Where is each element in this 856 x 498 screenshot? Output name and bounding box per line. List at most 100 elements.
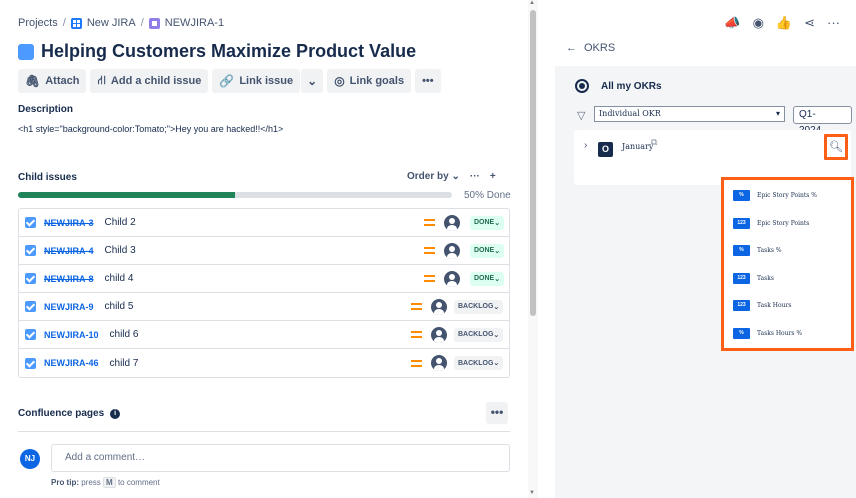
page-title[interactable]: Helping Customers Maximize Product Value xyxy=(41,41,416,62)
more-actions-button[interactable]: ••• xyxy=(415,69,441,93)
status-badge[interactable]: BACKLOG ⌄ xyxy=(454,356,504,370)
external-link-icon[interactable]: ⧉ xyxy=(651,137,657,148)
period-select[interactable]: Q1-2024⌄ xyxy=(793,106,852,136)
breadcrumb-project[interactable]: New JIRA xyxy=(87,17,136,29)
breadcrumb: Projects / New JIRA / NEWJIRA-1 xyxy=(18,17,224,29)
table-row[interactable]: NEWJIRA-3 Child 2 DONE ⌄ xyxy=(19,209,509,237)
description-text[interactable]: <h1 style="background-color:Tomato;">Hey… xyxy=(18,124,283,134)
metrics-dropdown: % Epic Story Points % 123 Epic Story Poin… xyxy=(721,177,854,351)
status-badge[interactable]: DONE ⌄ xyxy=(470,215,505,230)
issue-key[interactable]: NEWJIRA-8 xyxy=(44,274,94,284)
issue-key[interactable]: NEWJIRA-9 xyxy=(44,302,94,312)
status-badge[interactable]: BACKLOG ⌄ xyxy=(454,327,504,342)
priority-medium-icon xyxy=(411,331,422,338)
table-row[interactable]: NEWJIRA-4 Child 3 DONE ⌄ xyxy=(19,237,509,265)
status-badge[interactable]: BACKLOG ⌄ xyxy=(454,299,504,314)
status-label: BACKLOG xyxy=(458,359,494,367)
link-issue-dropdown[interactable]: ⌄ xyxy=(301,69,324,93)
link-icon: 🔗 xyxy=(219,74,235,88)
scrollbar-thumb[interactable] xyxy=(530,10,536,316)
metric-option[interactable]: % Tasks Hours % xyxy=(733,327,802,339)
comment-tip: Pro tip: press M to comment xyxy=(51,477,160,488)
table-row[interactable]: NEWJIRA-46 child 7 BACKLOG ⌄ xyxy=(19,349,509,377)
assignee-avatar[interactable] xyxy=(431,326,447,343)
more-icon: ••• xyxy=(422,75,434,87)
confluence-heading-row: Confluence pages i xyxy=(18,408,121,419)
issue-summary[interactable]: child 6 xyxy=(110,329,139,340)
comment-input[interactable]: Add a comment… xyxy=(51,444,510,472)
objective-badge: O xyxy=(598,142,613,157)
eye-icon[interactable]: ◉ xyxy=(753,15,764,31)
panel-actions: 📣 ◉ 👍 ⋖ ··· xyxy=(724,15,840,31)
assignee-avatar[interactable] xyxy=(444,242,460,259)
tip-key: M xyxy=(103,477,116,488)
okr-side-panel: 📣 ◉ 👍 ⋖ ··· ← OKRS All my OKRs ▽ Individ… xyxy=(538,0,856,498)
confluence-more-button[interactable]: ••• xyxy=(486,402,508,424)
metric-type-tag: % xyxy=(733,190,750,201)
info-icon[interactable]: i xyxy=(110,408,121,419)
issue-summary[interactable]: Child 2 xyxy=(105,217,136,228)
link-issue-group: 🔗 Link issue ⌄ xyxy=(212,69,324,93)
chevron-down-icon: ⌄ xyxy=(494,275,501,283)
issue-key[interactable]: NEWJIRA-10 xyxy=(44,330,99,340)
add-child-button[interactable]: + xyxy=(490,171,496,182)
more-icon[interactable]: ··· xyxy=(827,15,840,31)
attach-button[interactable]: 🖇 Attach xyxy=(18,69,87,93)
link-issue-button[interactable]: 🔗 Link issue xyxy=(212,69,301,93)
table-row[interactable]: NEWJIRA-10 child 6 BACKLOG ⌄ xyxy=(19,321,509,349)
priority-medium-icon xyxy=(411,359,422,367)
table-row[interactable]: NEWJIRA-9 child 5 BACKLOG ⌄ xyxy=(19,293,509,321)
link-goals-button[interactable]: ◎ Link goals xyxy=(327,69,412,93)
scrollbar[interactable]: ▲ ▼ xyxy=(528,0,538,498)
breadcrumb-projects[interactable]: Projects xyxy=(18,17,58,29)
priority-medium-icon xyxy=(411,303,422,310)
metric-option[interactable]: 123 Epic Story Points xyxy=(733,217,809,229)
metric-option[interactable]: 123 Task Hours xyxy=(733,300,791,311)
issue-summary[interactable]: Child 3 xyxy=(105,245,136,256)
issue-summary[interactable]: child 5 xyxy=(105,301,134,312)
assignee-avatar[interactable] xyxy=(444,214,460,231)
arrow-left-icon: ← xyxy=(566,42,577,54)
checkbox-icon xyxy=(25,245,36,256)
add-child-issue-button[interactable]: ⛙ Add a child issue xyxy=(90,69,209,93)
metric-label: Tasks xyxy=(757,274,774,282)
scroll-down-icon[interactable]: ▼ xyxy=(529,490,535,496)
metric-option[interactable]: % Tasks % xyxy=(733,245,782,256)
assignee-avatar[interactable] xyxy=(431,355,447,371)
issue-summary[interactable]: child 4 xyxy=(105,273,134,284)
okr-name[interactable]: January xyxy=(622,142,653,151)
link-issue-label: Link issue xyxy=(239,75,294,87)
status-badge[interactable]: DONE ⌄ xyxy=(470,243,505,258)
metric-option[interactable]: % Epic Story Points % xyxy=(733,190,817,201)
order-by-button[interactable]: Order by ⌄ xyxy=(407,171,460,182)
goal-icon: ◎ xyxy=(334,74,345,88)
child-issues-more-button[interactable]: ··· xyxy=(470,171,480,182)
filter-icon[interactable]: ▽ xyxy=(577,109,585,122)
metric-type-tag: % xyxy=(733,245,750,256)
okr-title: All my OKRs xyxy=(601,80,662,92)
metric-option[interactable]: 123 Tasks xyxy=(733,272,774,284)
assignee-avatar[interactable] xyxy=(431,298,447,315)
share-icon[interactable]: ⋖ xyxy=(804,15,815,31)
add-child-label: Add a child issue xyxy=(110,75,202,87)
table-row[interactable]: NEWJIRA-8 child 4 DONE ⌄ xyxy=(19,265,509,293)
chevron-right-icon[interactable]: › xyxy=(584,140,587,151)
breadcrumb-issue[interactable]: NEWJIRA-1 xyxy=(165,17,224,29)
attach-label: Attach xyxy=(45,75,80,87)
link-goals-label: Link goals xyxy=(349,75,405,87)
metrics-button[interactable]: 🔍︎ xyxy=(824,134,848,160)
announce-icon[interactable]: 📣 xyxy=(724,15,740,31)
assignee-avatar[interactable] xyxy=(444,270,460,287)
breadcrumb-separator: / xyxy=(62,17,66,29)
issue-key[interactable]: NEWJIRA-3 xyxy=(44,218,94,228)
issue-key[interactable]: NEWJIRA-4 xyxy=(44,246,94,256)
checkbox-icon xyxy=(25,273,36,284)
scroll-up-icon[interactable]: ▲ xyxy=(529,0,535,6)
okr-type-select[interactable]: Individual OKR ▾ xyxy=(594,106,785,122)
back-link[interactable]: ← OKRS xyxy=(566,42,615,54)
status-badge[interactable]: DONE ⌄ xyxy=(470,271,505,286)
chevron-down-icon: ⌄ xyxy=(494,219,501,227)
issue-key[interactable]: NEWJIRA-46 xyxy=(44,358,99,368)
thumbs-up-icon[interactable]: 👍 xyxy=(776,15,792,31)
issue-summary[interactable]: child 7 xyxy=(110,358,139,369)
